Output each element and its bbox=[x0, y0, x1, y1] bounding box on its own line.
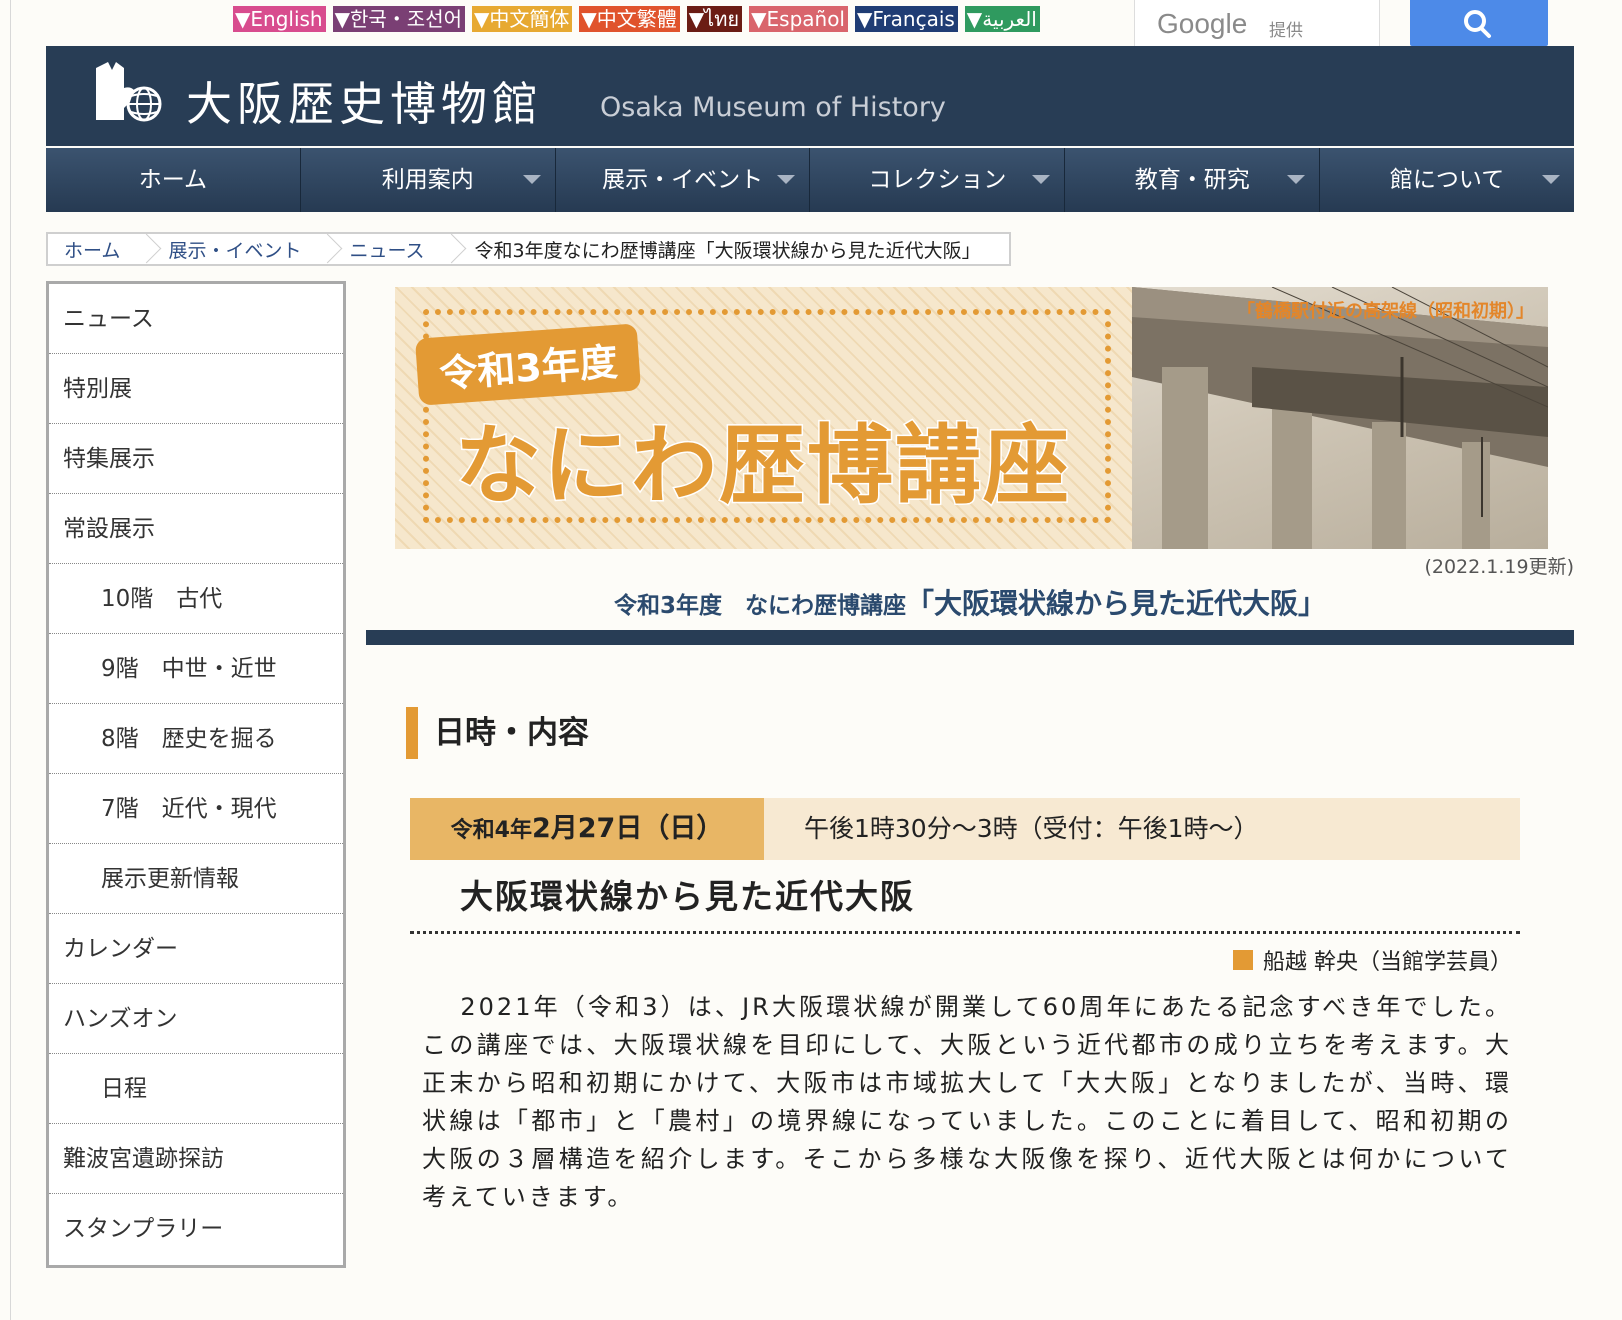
language-link-chinese-simplified[interactable]: ▼中文簡体 bbox=[472, 6, 573, 32]
breadcrumb: ホーム 展示・イベント ニュース 令和3年度なにわ歴博講座「大阪環状線から見た近… bbox=[46, 232, 1011, 266]
nav-label: 展示・イベント bbox=[602, 167, 764, 193]
speaker-name: 船越 幹央（当館学芸員） bbox=[1263, 950, 1512, 975]
breadcrumb-news[interactable]: ニュース bbox=[333, 236, 440, 263]
banner-title: なにわ歴博講座 bbox=[454, 415, 1071, 518]
chevron-down-icon bbox=[522, 175, 541, 184]
nav-about[interactable]: 館について bbox=[1320, 148, 1574, 212]
nav-label: コレクション bbox=[868, 167, 1007, 193]
speaker-marker-icon bbox=[1233, 950, 1253, 970]
google-logo: Google bbox=[1157, 8, 1248, 39]
event-time: 午後1時30分～3時（受付：午後1時～） bbox=[804, 814, 1259, 843]
language-link-spanish[interactable]: ▼Español bbox=[749, 6, 848, 32]
page-title: 令和3年度 なにわ歴博講座「大阪環状線から見た近代大阪」 bbox=[366, 582, 1574, 622]
lecture-title: 大阪環状線から見た近代大阪 bbox=[410, 868, 1520, 934]
nav-label: ホーム bbox=[138, 167, 208, 193]
breadcrumb-separator bbox=[317, 234, 333, 264]
nav-home[interactable]: ホーム bbox=[46, 148, 301, 212]
nav-label: 利用案内 bbox=[381, 167, 474, 193]
event-date-row: 令和4年2月27日（日） 午後1時30分～3時（受付：午後1時～） bbox=[410, 798, 1520, 860]
language-link-chinese-traditional[interactable]: ▼中文繁體 bbox=[579, 6, 680, 32]
breadcrumb-separator bbox=[441, 234, 457, 264]
sidebar-item-floor-10[interactable]: 10階 古代 bbox=[49, 564, 343, 634]
language-link-french[interactable]: ▼Français bbox=[854, 6, 958, 32]
search-button[interactable] bbox=[1410, 0, 1548, 46]
nav-visitor-info[interactable]: 利用案内 bbox=[301, 148, 556, 212]
breadcrumb-exhibitions-events[interactable]: 展示・イベント bbox=[152, 236, 317, 263]
heading-divider bbox=[366, 630, 1574, 645]
lecture-description: 2021年（令和3）は、JR大阪環状線が開業して60周年にあたる記念すべき年でし… bbox=[422, 993, 1512, 1211]
sidebar-item-floor-8[interactable]: 8階 歴史を掘る bbox=[49, 704, 343, 774]
sidebar-item-floor-7[interactable]: 7階 近代・現代 bbox=[49, 774, 343, 844]
page-left-rule bbox=[10, 0, 11, 1320]
chevron-down-icon bbox=[1032, 175, 1051, 184]
google-provided-label: 提供 bbox=[1269, 21, 1303, 41]
sidebar-item-feature-exhibition[interactable]: 特集展示 bbox=[49, 424, 343, 494]
chevron-down-icon bbox=[1287, 175, 1306, 184]
sidebar-item-exhibit-updates[interactable]: 展示更新情報 bbox=[49, 844, 343, 914]
event-date-year: 令和4年 bbox=[450, 818, 532, 843]
language-link-arabic[interactable]: ▼العربية bbox=[964, 6, 1040, 32]
banner-photo: 「鶴橋駅付近の高架線（昭和初期）」 bbox=[1132, 287, 1548, 549]
chevron-down-icon bbox=[777, 175, 796, 184]
page-title-prefix: 令和3年度 なにわ歴博講座 bbox=[613, 593, 906, 619]
sidebar-item-special-exhibition[interactable]: 特別展 bbox=[49, 354, 343, 424]
site-title[interactable]: 大阪歴史博物館 bbox=[186, 68, 543, 134]
event-date: 令和4年2月27日（日） bbox=[410, 798, 764, 860]
sidebar-item-stamp-rally[interactable]: スタンプラリー bbox=[49, 1194, 343, 1264]
nav-collection[interactable]: コレクション bbox=[810, 148, 1066, 212]
sidebar-menu: ニュース 特別展 特集展示 常設展示 10階 古代 9階 中世・近世 8階 歴史… bbox=[46, 281, 346, 1268]
elevated-railway-photo bbox=[1132, 287, 1548, 549]
banner-photo-caption: 「鶴橋駅付近の高架線（昭和初期）」 bbox=[1237, 301, 1534, 322]
main-nav: ホーム 利用案内 展示・イベント コレクション 教育・研究 館について bbox=[46, 148, 1574, 212]
speaker: 船越 幹央（当館学芸員） bbox=[1233, 944, 1512, 976]
search-input[interactable]: Google 提供 bbox=[1134, 0, 1380, 46]
museum-logo-icon[interactable] bbox=[90, 58, 168, 124]
nav-label: 館について bbox=[1389, 167, 1505, 193]
nav-education-research[interactable]: 教育・研究 bbox=[1065, 148, 1321, 212]
sidebar-item-news[interactable]: ニュース bbox=[49, 284, 343, 354]
sidebar-item-floor-9[interactable]: 9階 中世・近世 bbox=[49, 634, 343, 704]
sidebar-item-permanent-exhibition[interactable]: 常設展示 bbox=[49, 494, 343, 564]
page-title-main: 「大阪環状線から見た近代大阪」 bbox=[906, 587, 1327, 620]
nav-label: 教育・研究 bbox=[1134, 167, 1250, 193]
site-header: 大阪歴史博物館 Osaka Museum of History bbox=[46, 46, 1574, 146]
sidebar-item-naniwa-palace-tour[interactable]: 難波宮遺跡探訪 bbox=[49, 1124, 343, 1194]
language-link-english[interactable]: ▼English bbox=[233, 6, 326, 32]
breadcrumb-current: 令和3年度なにわ歴博講座「大阪環状線から見た近代大阪」 bbox=[474, 239, 981, 262]
language-bar: ▼English ▼한국・조선어 ▼中文簡体 ▼中文繁體 ▼ไทย ▼Españ… bbox=[233, 6, 1040, 32]
breadcrumb-home[interactable]: ホーム bbox=[48, 236, 136, 263]
event-date-day: 2月27日（日） bbox=[531, 813, 724, 844]
search-icon bbox=[1464, 10, 1491, 38]
sidebar-item-hands-on[interactable]: ハンズオン bbox=[49, 984, 343, 1054]
updated-date: (2022.1.19更新) bbox=[1424, 556, 1574, 578]
sidebar-item-schedule[interactable]: 日程 bbox=[49, 1054, 343, 1124]
lecture-banner: 令和3年度 なにわ歴博講座 「鶴橋駅付近の高架線（昭和初期）」 bbox=[395, 287, 1548, 549]
sidebar-item-calendar[interactable]: カレンダー bbox=[49, 914, 343, 984]
section-title-datetime-content: 日時・内容 bbox=[406, 707, 589, 759]
breadcrumb-separator bbox=[136, 234, 152, 264]
language-link-korean[interactable]: ▼한국・조선어 bbox=[332, 6, 465, 32]
nav-exhibitions-events[interactable]: 展示・イベント bbox=[556, 148, 811, 212]
banner-pattern: 令和3年度 なにわ歴博講座 bbox=[395, 287, 1132, 549]
site-title-english: Osaka Museum of History bbox=[600, 92, 946, 123]
language-link-thai[interactable]: ▼ไทย bbox=[686, 6, 743, 32]
chevron-down-icon bbox=[1541, 175, 1560, 184]
